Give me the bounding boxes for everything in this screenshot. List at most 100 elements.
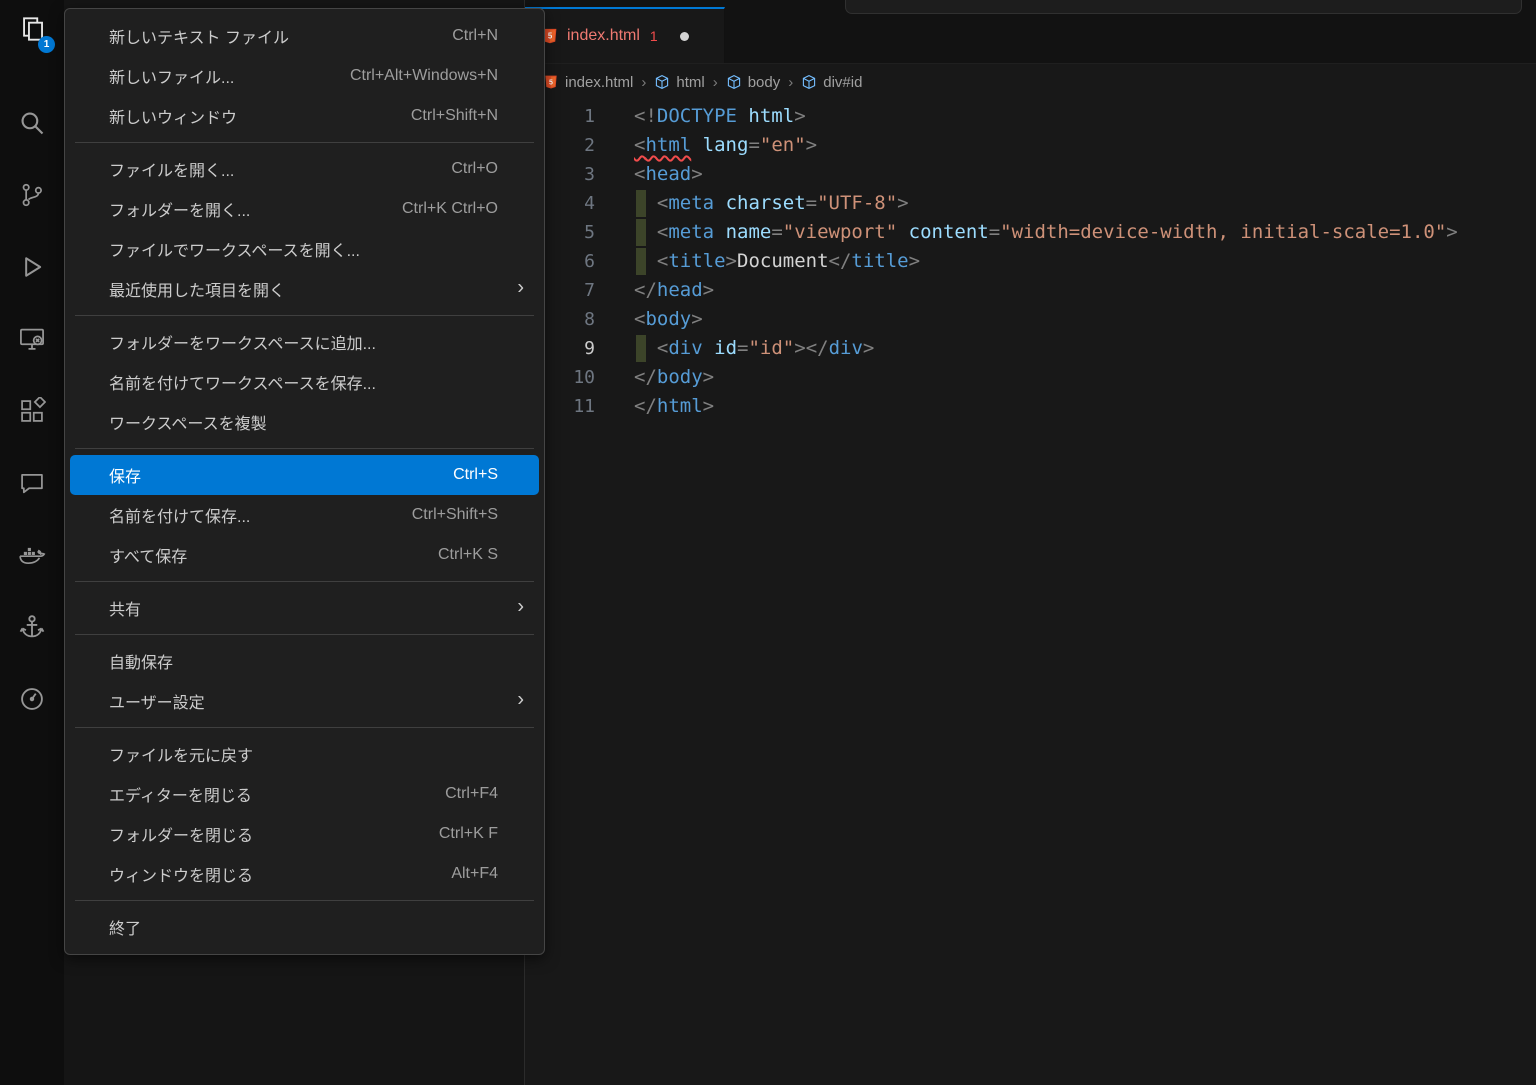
menu-item-shortcut: Ctrl+Shift+S — [412, 506, 498, 524]
breadcrumb-item[interactable]: div#id — [801, 74, 862, 91]
menu-item-shortcut: Ctrl+K Ctrl+O — [402, 200, 498, 218]
activity-bar-item-run-debug[interactable] — [9, 246, 55, 292]
menu-item[interactable]: 保存 Ctrl+S — [70, 455, 539, 495]
menu-item[interactable]: エディターを閉じる Ctrl+F4 — [70, 774, 539, 814]
breadcrumb-item[interactable]: body — [726, 74, 781, 91]
menu-separator — [75, 581, 534, 582]
code-text[interactable]: <div id="id"></div> — [634, 334, 874, 363]
svg-text:5: 5 — [549, 79, 553, 86]
code-line-4[interactable]: 4 <meta charset="UTF-8"> — [525, 189, 1536, 218]
chat-icon — [18, 469, 46, 502]
menu-item[interactable]: フォルダーを開く... Ctrl+K Ctrl+O — [70, 189, 539, 229]
monitor-x-icon — [18, 325, 46, 358]
breadcrumb-item[interactable]: 5 index.html — [543, 74, 633, 91]
menu-item[interactable]: ワークスペースを複製 — [70, 402, 539, 442]
editor-group: 5 index.html 1 5index.html›html›body›div… — [525, 0, 1536, 1085]
breadcrumb-label: index.html — [565, 74, 633, 91]
code-text[interactable]: <meta charset="UTF-8"> — [634, 189, 909, 218]
activity-bar-item-search[interactable] — [9, 102, 55, 148]
symbol-box-icon — [801, 74, 817, 90]
code-text[interactable]: </head> — [634, 276, 714, 305]
search-icon — [18, 109, 46, 142]
code-text[interactable]: </body> — [634, 363, 714, 392]
symbol-box-icon — [654, 74, 670, 90]
activity-bar-item-docker[interactable] — [9, 534, 55, 580]
activity-bar-item-extensions[interactable] — [9, 390, 55, 436]
submenu-chevron-icon: › — [517, 689, 524, 712]
code-line-2[interactable]: 2<html lang="en"> — [525, 131, 1536, 160]
menu-item[interactable]: ファイルでワークスペースを開く... — [70, 229, 539, 269]
unsaved-dot-icon[interactable] — [680, 32, 689, 41]
menu-item-shortcut: Ctrl+O — [451, 160, 498, 178]
code-text[interactable]: <body> — [634, 305, 703, 334]
code-line-11[interactable]: 11</html> — [525, 392, 1536, 421]
menu-item[interactable]: 最近使用した項目を開く› — [70, 269, 539, 309]
code-line-7[interactable]: 7</head> — [525, 276, 1536, 305]
menu-item[interactable]: 新しいウィンドウCtrl+Shift+N — [70, 96, 539, 136]
menu-item[interactable]: ウィンドウを閉じるAlt+F4 — [70, 854, 539, 894]
code-text[interactable]: <meta name="viewport" content="width=dev… — [634, 218, 1458, 247]
menu-item[interactable]: ファイルを開く...Ctrl+O — [70, 149, 539, 189]
menu-item[interactable]: フォルダーを閉じるCtrl+K F — [70, 814, 539, 854]
menu-item-label: フォルダーを開く... — [109, 197, 250, 221]
activity-bar-item-comments[interactable] — [9, 462, 55, 508]
menu-item[interactable]: 共有› — [70, 588, 539, 628]
symbol-box-icon — [726, 74, 742, 90]
breadcrumb-label: html — [676, 74, 704, 91]
submenu-chevron-icon: › — [517, 277, 524, 300]
menu-item[interactable]: すべて保存Ctrl+K S — [70, 535, 539, 575]
menu-separator — [75, 634, 534, 635]
menu-item-shortcut: Ctrl+Alt+Windows+N — [350, 67, 498, 85]
code-line-10[interactable]: 10</body> — [525, 363, 1536, 392]
menu-item[interactable]: 新しいファイル... Ctrl+Alt+Windows+N — [70, 56, 539, 96]
menu-item[interactable]: ファイルを元に戻す — [70, 734, 539, 774]
code-line-3[interactable]: 3<head> — [525, 160, 1536, 189]
code-editor[interactable]: 1<!DOCTYPE html>2<html lang="en">3<head>… — [525, 100, 1536, 421]
activity-bar-item-source-control[interactable] — [9, 174, 55, 220]
menu-item-label: フォルダーを閉じる — [109, 822, 253, 846]
code-line-6[interactable]: 6 <title>Document</title> — [525, 247, 1536, 276]
code-line-8[interactable]: 8<body> — [525, 305, 1536, 334]
breadcrumb-chevron-icon: › — [713, 74, 718, 91]
activity-badge: 1 — [38, 36, 55, 53]
menu-item-label: すべて保存 — [109, 543, 187, 567]
code-line-9[interactable]: 9 <div id="id"></div> — [525, 334, 1536, 363]
menu-item[interactable]: ユーザー設定› — [70, 681, 539, 721]
menu-item[interactable]: 名前を付けて保存...Ctrl+Shift+S — [70, 495, 539, 535]
menu-item[interactable]: 終了 — [70, 907, 539, 947]
code-text[interactable]: </html> — [634, 392, 714, 421]
code-text[interactable]: <html lang="en"> — [634, 131, 817, 160]
menu-item-label: エディターを閉じる — [109, 782, 252, 806]
menu-item[interactable]: フォルダーをワークスペースに追加... — [70, 322, 539, 362]
source-control-icon — [18, 181, 46, 214]
activity-bar: 1 — [0, 0, 64, 1085]
code-line-5[interactable]: 5 <meta name="viewport" content="width=d… — [525, 218, 1536, 247]
code-text[interactable]: <title>Document</title> — [634, 247, 920, 276]
menu-separator — [75, 142, 534, 143]
code-text[interactable]: <head> — [634, 160, 703, 189]
breadcrumb-item[interactable]: html — [654, 74, 704, 91]
menu-item[interactable]: 新しいテキスト ファイルCtrl+N — [70, 16, 539, 56]
html5-icon: 5 — [543, 74, 559, 90]
menu-item-label: 自動保存 — [109, 649, 173, 673]
activity-bar-item-anchor[interactable] — [9, 606, 55, 652]
menu-item-label: 新しいファイル... — [109, 64, 234, 88]
code-text[interactable]: <!DOCTYPE html> — [634, 102, 806, 131]
modified-line-indicator — [636, 335, 646, 362]
menu-item-shortcut: Alt+F4 — [451, 865, 498, 883]
menu-item-shortcut: Ctrl+F4 — [445, 785, 498, 803]
menu-item[interactable]: 自動保存 — [70, 641, 539, 681]
breadcrumb-label: body — [748, 74, 781, 91]
menu-item-shortcut: Ctrl+S — [453, 466, 498, 484]
tab-index-html[interactable]: 5 index.html 1 — [525, 7, 725, 63]
code-line-1[interactable]: 1<!DOCTYPE html> — [525, 102, 1536, 131]
activity-bar-item-explorer[interactable]: 1 — [9, 8, 55, 54]
modified-line-indicator — [636, 248, 646, 275]
menu-item-shortcut: Ctrl+Shift+N — [411, 107, 498, 125]
activity-bar-item-profile-gauge[interactable] — [9, 678, 55, 724]
menu-item[interactable]: 名前を付けてワークスペースを保存... — [70, 362, 539, 402]
menu-item-label: 保存 — [109, 463, 141, 487]
menu-item-label: 共有 — [109, 596, 141, 620]
activity-bar-item-remote-explorer[interactable] — [9, 318, 55, 364]
command-center[interactable] — [845, 0, 1522, 14]
